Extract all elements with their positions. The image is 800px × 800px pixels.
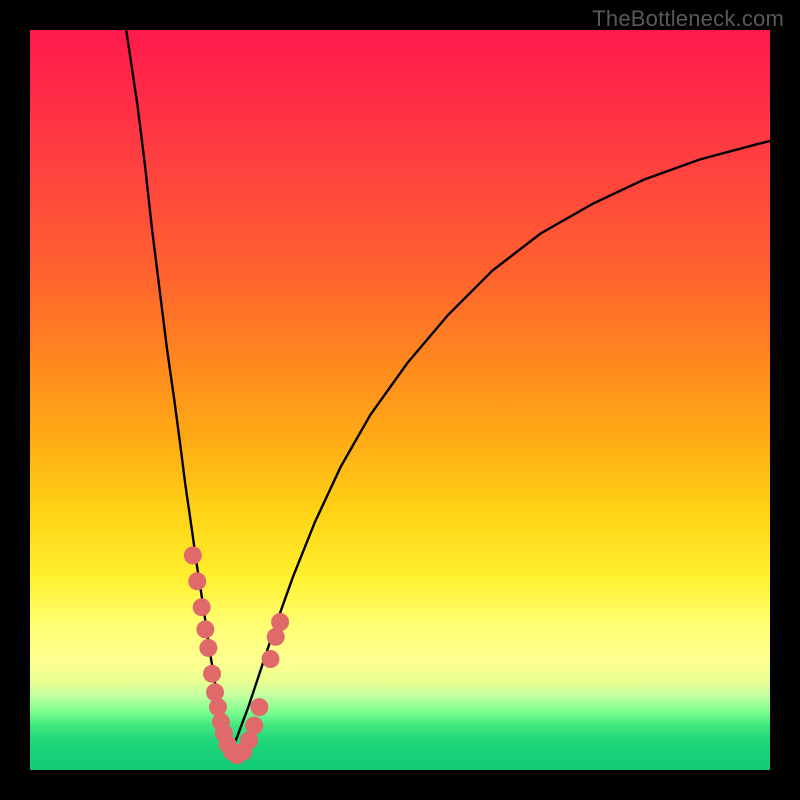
curve-marker [209,698,227,716]
curve-marker [203,665,221,683]
curve-marker [184,546,202,564]
curve-marker [196,620,214,638]
curve-marker [206,683,224,701]
curve-marker [188,572,206,590]
curve-marker [250,698,268,716]
curve-marker [262,650,280,668]
curve-right-branch [230,141,770,755]
curve-marker [199,639,217,657]
curve-markers [184,546,289,764]
watermark-text: TheBottleneck.com [592,6,784,32]
curve-marker [271,613,289,631]
curve-right-path [230,141,770,755]
plot-area [30,30,770,770]
chart-frame: TheBottleneck.com [0,0,800,800]
curve-marker [245,717,263,735]
chart-svg [30,30,770,770]
curve-marker [193,598,211,616]
